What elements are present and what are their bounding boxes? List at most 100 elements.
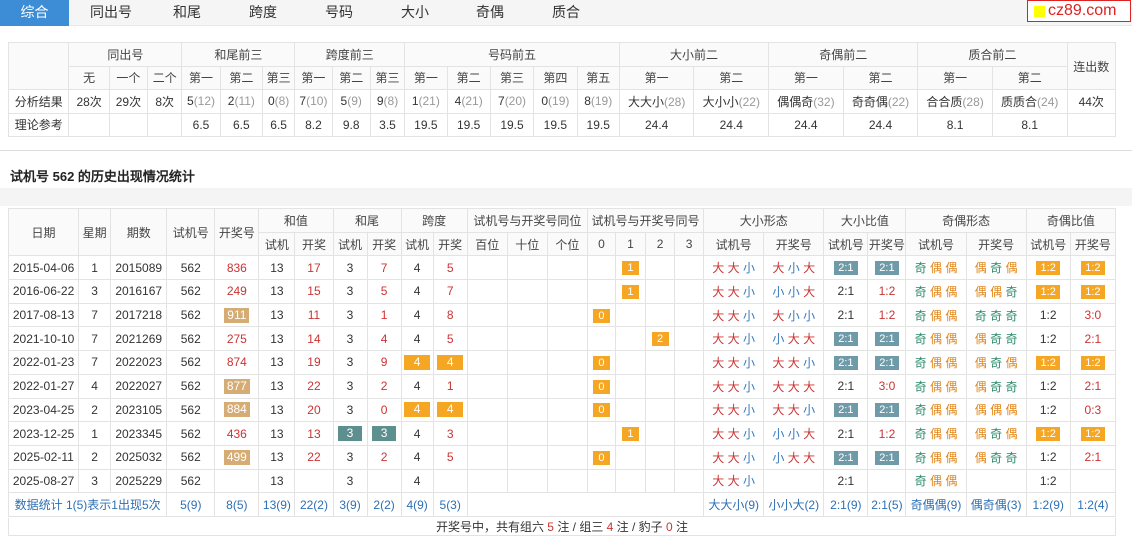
same-position-cell bbox=[466, 255, 508, 281]
same-number-cell bbox=[614, 350, 647, 375]
stats-cell: 奇偶偶(9) bbox=[905, 492, 967, 517]
table-row: 2025-08-27 3 2025229 562 13 3 4 大 大 小 2:1 奇 偶 偶 1:… bbox=[7, 468, 1117, 494]
shape-char: 奇 bbox=[914, 308, 927, 323]
weekday-cell: 1 bbox=[78, 255, 112, 281]
result-cell: 8次 bbox=[147, 89, 183, 114]
shape-char: 奇 bbox=[990, 332, 1003, 347]
bs-shape-draw: 小 大 大 bbox=[763, 444, 825, 470]
oe-ratio-draw: 1:2 bbox=[1069, 279, 1117, 304]
tail-test-cell: 3 bbox=[332, 468, 368, 494]
same-number-cell bbox=[645, 397, 676, 423]
oe-ratio-test: 1:2 bbox=[1025, 397, 1071, 423]
result-value: 8 bbox=[584, 94, 591, 109]
shape-char: 偶 bbox=[974, 450, 987, 465]
column-header: 试机号 bbox=[166, 207, 216, 257]
date-cell: 2017-08-13 bbox=[7, 302, 80, 328]
shape-char: 大 bbox=[803, 450, 816, 465]
group-header: 跨度前三 bbox=[294, 42, 406, 67]
date-cell: 2021-10-10 bbox=[7, 326, 80, 352]
sub-header: 第五 bbox=[576, 65, 620, 90]
span-test-cell: 4 bbox=[400, 468, 434, 494]
result-cell: 28次 bbox=[68, 89, 110, 114]
same-position-cell bbox=[466, 350, 508, 375]
draw-number-cell: 874 bbox=[214, 350, 260, 375]
oe-shape-test: 奇 偶 偶 bbox=[905, 468, 967, 494]
shape-char: 偶 bbox=[930, 427, 943, 442]
sub-header: 开奖 bbox=[294, 231, 334, 257]
span-test-cell: 4 bbox=[400, 326, 434, 352]
same-position-cell bbox=[506, 326, 548, 352]
span-test-cell: 4 bbox=[400, 279, 434, 304]
sub-header: 0 bbox=[586, 231, 616, 257]
stats-cell: 8(5) bbox=[214, 492, 260, 517]
tab-overview[interactable]: 综合 bbox=[0, 0, 69, 26]
site-logo[interactable]: cz89.com bbox=[1027, 0, 1131, 22]
sub-header: 第二 bbox=[693, 65, 770, 90]
section-divider bbox=[0, 150, 1132, 151]
test-number-cell: 562 bbox=[166, 279, 216, 304]
logo-text: cz89.com bbox=[1048, 2, 1117, 19]
same-position-cell bbox=[466, 468, 508, 494]
tab-big-small[interactable]: 大小 bbox=[380, 0, 450, 26]
same-number-cell bbox=[674, 302, 705, 328]
result-cell: 奇奇偶(22) bbox=[842, 89, 919, 114]
result-count: (21) bbox=[461, 94, 483, 109]
result-count: (22) bbox=[738, 94, 760, 109]
tail-draw-cell: 3 bbox=[366, 421, 402, 446]
same-position-cell bbox=[506, 468, 548, 494]
table-row: 2021-10-10 7 2021269 562 275 13 14 3 4 4 5 2 大 大 小小 … bbox=[7, 326, 1117, 352]
shape-char: 偶 bbox=[974, 332, 987, 347]
shape-char: 偶 bbox=[945, 427, 958, 442]
tail-badge: 3 bbox=[372, 426, 397, 442]
span-test-cell: 4 bbox=[400, 302, 434, 328]
shape-char: 偶 bbox=[974, 403, 987, 418]
sum-test-cell: 13 bbox=[258, 326, 296, 352]
ratio-badge: 2:1 bbox=[833, 355, 858, 370]
sub-header: 开奖号 bbox=[965, 231, 1027, 257]
bs-ratio-draw bbox=[867, 468, 907, 494]
oe-shape-test: 奇 偶 偶 bbox=[905, 302, 967, 328]
oe-ratio-test: 1:2 bbox=[1025, 421, 1071, 446]
ratio-badge: 2:1 bbox=[833, 450, 858, 465]
weekday-cell: 7 bbox=[78, 326, 112, 352]
tab-sum-tail[interactable]: 和尾 bbox=[152, 0, 222, 26]
sub-header: 第二 bbox=[842, 65, 919, 90]
sum-test-cell: 13 bbox=[258, 421, 296, 446]
sub-header: 第一 bbox=[181, 65, 221, 90]
summary-text: 注 / 组三 bbox=[553, 520, 607, 534]
result-cell: 4(21) bbox=[446, 89, 491, 114]
same-position-cell bbox=[546, 326, 588, 352]
tab-odd-even[interactable]: 奇偶 bbox=[455, 0, 525, 26]
sum-draw-cell: 11 bbox=[294, 302, 334, 328]
bs-ratio-test: 2:1 bbox=[823, 421, 869, 446]
oe-shape-draw: 偶 奇 奇 bbox=[965, 326, 1027, 352]
shape-char: 奇 bbox=[914, 427, 927, 442]
ratio-badge: 2:1 bbox=[833, 332, 858, 347]
same-position-cell bbox=[546, 421, 588, 446]
tab-span[interactable]: 跨度 bbox=[228, 0, 298, 26]
result-count: (10) bbox=[306, 94, 328, 109]
same-position-cell bbox=[506, 421, 548, 446]
tail-draw-cell: 1 bbox=[366, 302, 402, 328]
same-number-cell: 0 bbox=[586, 444, 616, 470]
issue-cell: 2015089 bbox=[110, 255, 168, 281]
table-row: 2023-12-25 1 2023345 562 436 13 13 3 3 4 3 1 大 大 小小 … bbox=[7, 421, 1117, 446]
result-value: 8次 bbox=[155, 94, 175, 109]
shape-char: 奇 bbox=[914, 332, 927, 347]
span-badge: 4 bbox=[404, 402, 431, 418]
result-value: 7 bbox=[498, 94, 505, 109]
bs-shape-test: 大 大 小 bbox=[703, 444, 765, 470]
tab-prime-composite[interactable]: 质合 bbox=[531, 0, 601, 26]
shape-char: 大 bbox=[727, 261, 740, 276]
bs-ratio-test: 2:1 bbox=[823, 373, 869, 399]
shape-char: 奇 bbox=[914, 474, 927, 489]
shape-char: 奇 bbox=[914, 261, 927, 276]
reference-cell: 8.1 bbox=[917, 112, 993, 137]
tab-number[interactable]: 号码 bbox=[304, 0, 374, 26]
oe-ratio-test: 1:2 bbox=[1025, 350, 1071, 375]
section-band bbox=[0, 188, 1132, 206]
oe-ratio-draw: 1:2 bbox=[1069, 255, 1117, 281]
column-header: 开奖号 bbox=[214, 207, 260, 257]
span-badge: 4 bbox=[437, 402, 464, 418]
tab-same-numbers[interactable]: 同出号 bbox=[74, 0, 148, 26]
